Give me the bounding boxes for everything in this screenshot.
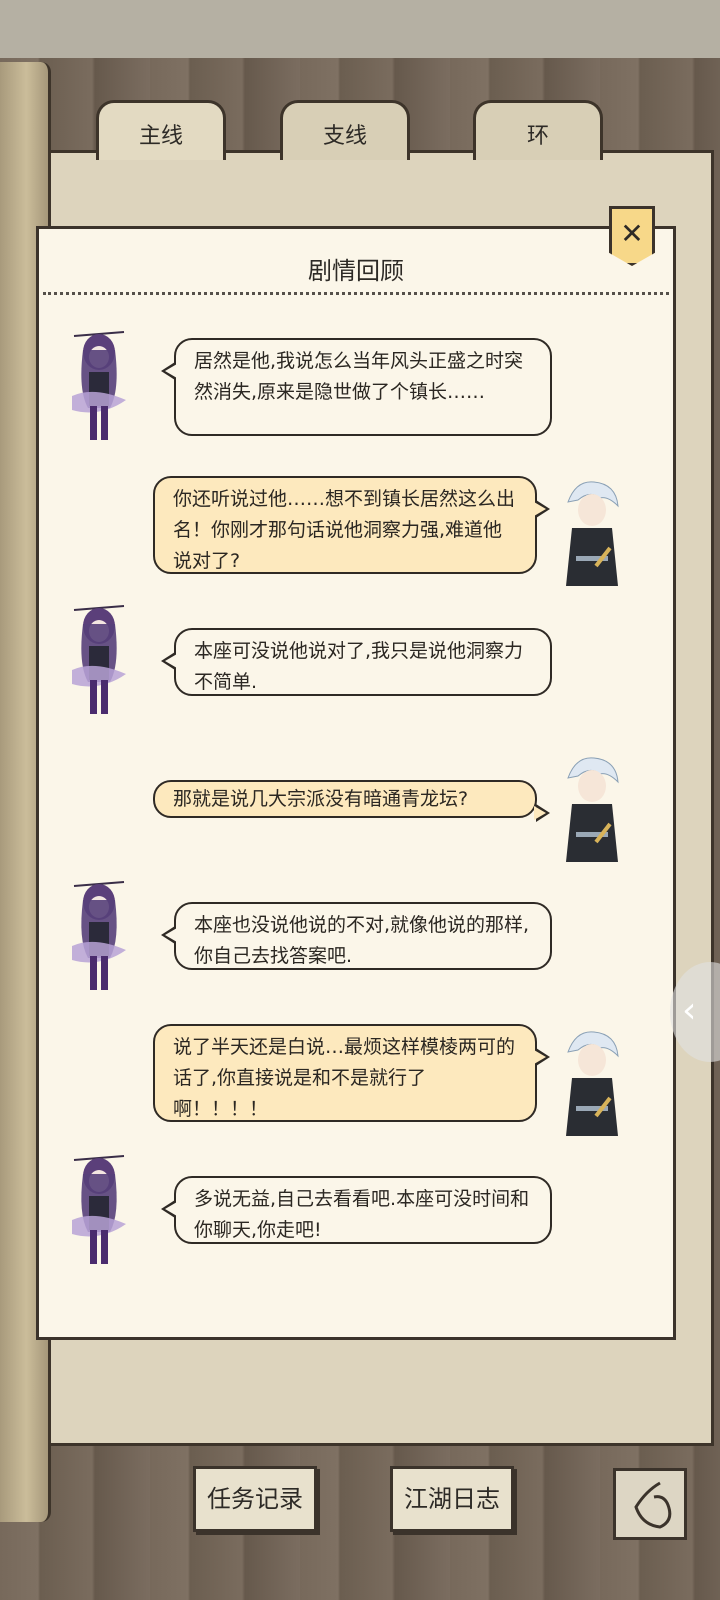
back-icon (634, 1481, 672, 1529)
dialogue-bubble: 多说无益,自己去看看吧.本座可没时间和你聊天,你走吧! (161, 1176, 552, 1244)
status-bar (0, 0, 720, 58)
dialogue-bubble: 本座可没说他说对了,我只是说他洞察力不简单. (161, 628, 552, 696)
title-divider (43, 292, 669, 295)
close-icon: ✕ (620, 217, 644, 250)
jianghu-log-button[interactable]: 江湖日志 (390, 1466, 514, 1532)
tab-ring-quest[interactable]: 环 (473, 100, 603, 160)
avatar-white-hair-swordsman (556, 754, 626, 866)
avatar-purple-hair-woman (64, 880, 134, 998)
avatar-purple-hair-woman (64, 330, 134, 448)
tab-main-quest[interactable]: 主线 (96, 100, 226, 160)
avatar-purple-hair-woman (64, 1154, 134, 1272)
avatar-white-hair-swordsman (556, 478, 626, 590)
avatar-purple-hair-woman (64, 604, 134, 722)
dialogue-bubble: 你还听说过他……想不到镇长居然这么出名！你刚才那句话说他洞察力强,难道他说对了? (153, 476, 550, 574)
chevron-left-icon: ‹ (682, 990, 697, 1031)
tab-side-quest[interactable]: 支线 (280, 100, 410, 160)
dialogue-bubble: 居然是他,我说怎么当年风头正盛之时突然消失,原来是隐世做了个镇长…… (161, 338, 552, 436)
task-record-button[interactable]: 任务记录 (193, 1466, 317, 1532)
dialogue-bubble: 说了半天还是白说…最烦这样模棱两可的话了,你直接说是和不是就行了啊！！！！ (153, 1024, 550, 1122)
dialogue-bubble: 那就是说几大宗派没有暗通青龙坛? (153, 780, 550, 822)
avatar-white-hair-swordsman (556, 1028, 626, 1140)
back-button[interactable] (613, 1468, 687, 1540)
panel-title: 剧情回顾 (308, 257, 404, 285)
dialogue-bubble: 本座也没说他说的不对,就像他说的那样,你自己去找答案吧. (161, 902, 552, 970)
